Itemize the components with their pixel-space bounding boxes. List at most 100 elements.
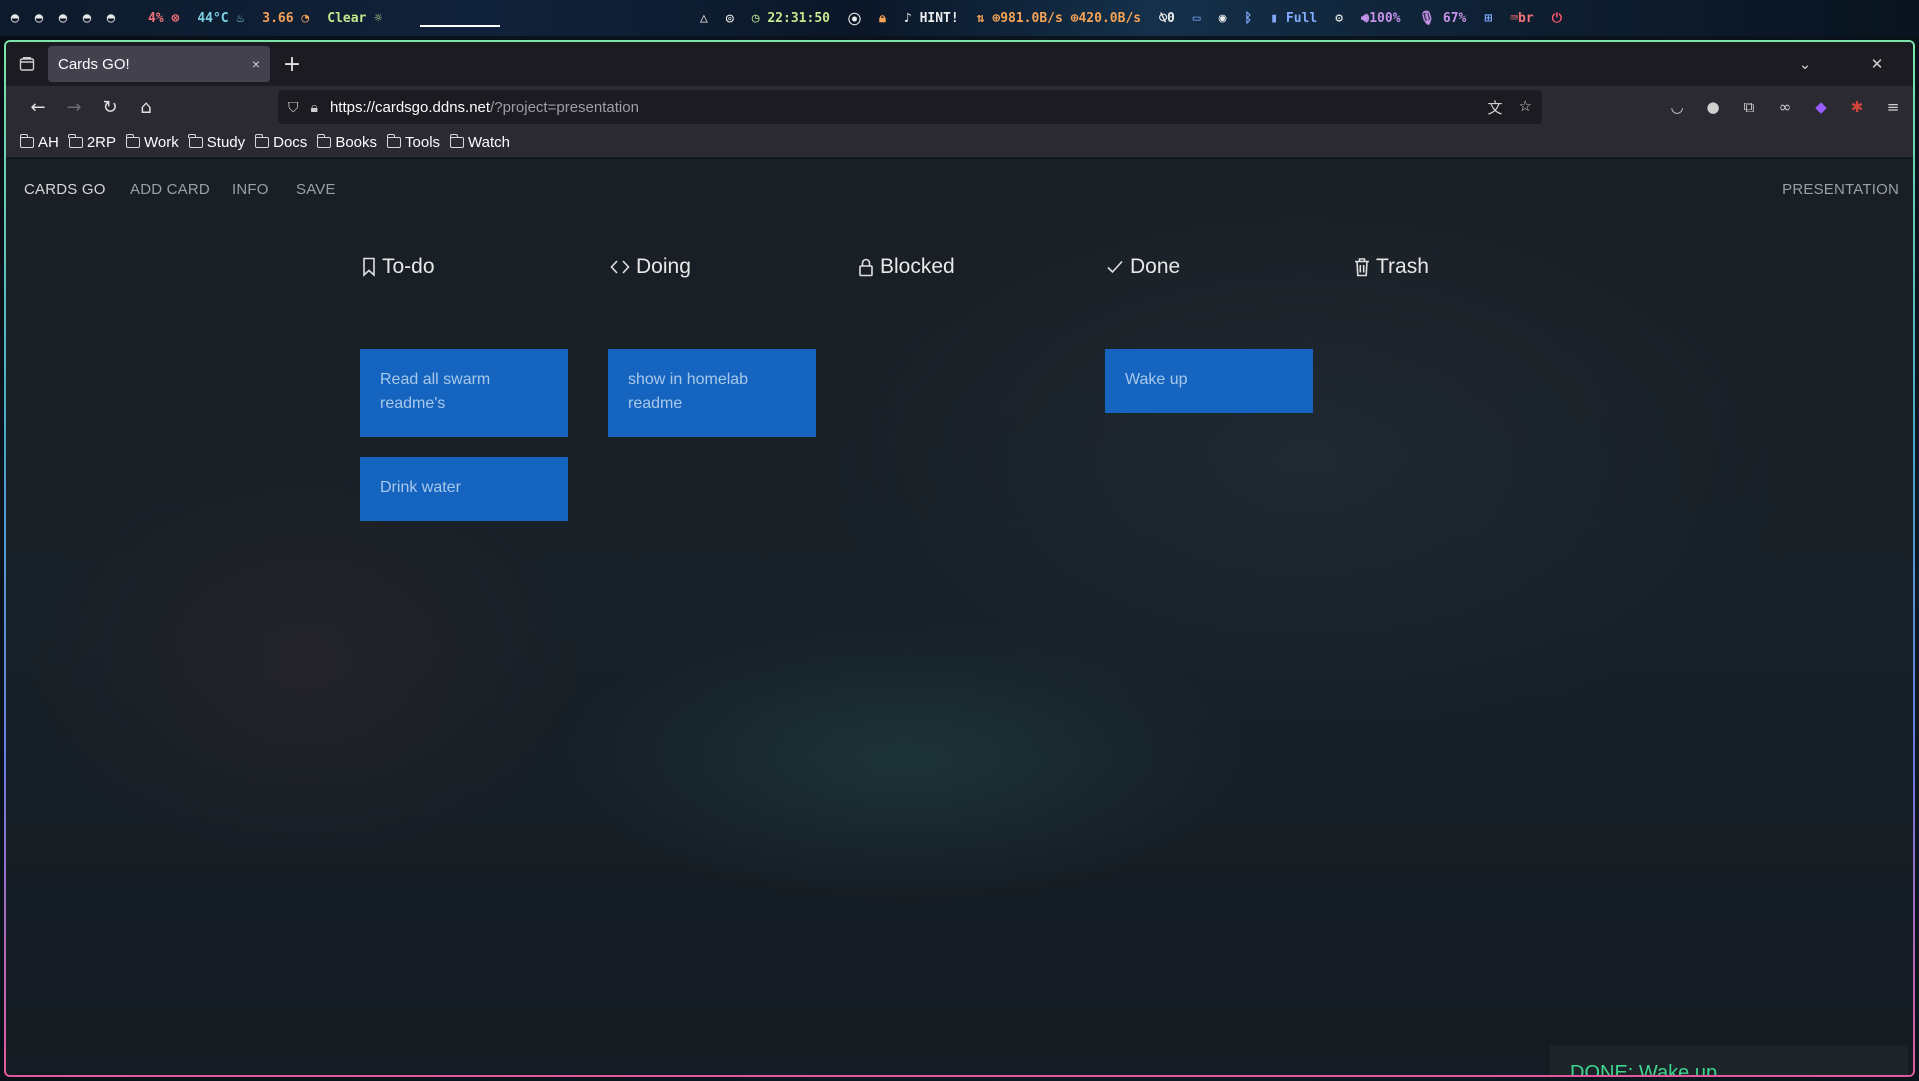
close-tab-icon[interactable]: × — [252, 56, 260, 72]
workspace-icon[interactable]: ◓ — [104, 10, 118, 26]
home-icon[interactable]: ⌂ — [128, 91, 164, 123]
column-header-todo: To-do — [362, 255, 435, 279]
column-title: Blocked — [880, 255, 955, 278]
hint-indicator[interactable]: ♪ HINT! — [904, 11, 959, 26]
sun-icon: ☼ — [374, 10, 383, 26]
brand-link[interactable]: CARDS GO — [24, 181, 106, 198]
card-done-1[interactable]: Wake up — [1105, 349, 1313, 413]
column-header-done: Done — [1106, 255, 1180, 279]
shield-icon[interactable]: ⛉ — [288, 99, 299, 116]
card-todo-2[interactable]: Drink water — [360, 457, 568, 521]
card-doing-1[interactable]: show in homelab readme — [608, 349, 816, 437]
battery: ▮ Full — [1270, 10, 1318, 26]
keyboard-layout[interactable]: ⌨ br — [1510, 11, 1533, 26]
download-icon: ⊕ — [992, 10, 1001, 26]
column-title: To-do — [382, 255, 435, 278]
screen-icon[interactable]: ▭ — [1193, 11, 1201, 26]
bell-off-icon: ⍉ — [1159, 10, 1167, 26]
upload-icon: ⊕ — [1070, 10, 1079, 26]
tab-cards-go[interactable]: Cards GO! × — [48, 46, 270, 82]
chrome-icon[interactable]: ◉ — [1219, 11, 1227, 26]
bookmark-star-icon[interactable]: ☆ — [1519, 97, 1532, 118]
pocket-icon[interactable]: ◡ — [1667, 98, 1687, 116]
volume[interactable]: 🔊︎ 100% — [1361, 11, 1401, 26]
flame-icon: ♨ — [236, 10, 245, 26]
bookmark-folder-watch[interactable]: Watch — [449, 134, 510, 151]
project-name-link[interactable]: PRESENTATION — [1782, 181, 1899, 198]
battery-icon: ▮ — [1270, 10, 1279, 26]
info-link[interactable]: INFO — [232, 181, 269, 198]
bluetooth-icon[interactable]: ᛒ — [1244, 11, 1252, 26]
cpu-temperature: 44°C ♨ — [197, 10, 245, 26]
cpu-icon: ⊗ — [171, 10, 180, 26]
bookmark-folder-work[interactable]: Work — [125, 134, 179, 151]
padlock-icon[interactable]: 🔒︎ — [311, 99, 318, 116]
account-avatar-icon[interactable]: ● — [1703, 98, 1723, 116]
red-extension-icon[interactable]: ✱ — [1847, 98, 1867, 116]
speaker-icon: 🔊︎ — [1361, 10, 1370, 26]
folder-icon — [19, 134, 34, 148]
bookmark-folder-tools[interactable]: Tools — [386, 134, 440, 151]
workspace-icon[interactable]: ◓ — [56, 10, 70, 26]
folder-icon — [68, 134, 83, 148]
lock-status-icon[interactable]: 🔒︎ — [879, 11, 886, 26]
glasses-extension-icon[interactable]: ∞ — [1775, 98, 1795, 116]
weather: Clear ☼ — [327, 10, 383, 26]
page-content: CARDS GO ADD CARD INFO SAVE PRESENTATION… — [6, 159, 1913, 1075]
bookmark-folder-ah[interactable]: AH — [19, 134, 59, 151]
menu-icon[interactable]: ≡ — [1883, 98, 1903, 116]
reload-icon[interactable]: ↻ — [92, 91, 128, 123]
bookmark-folder-docs[interactable]: Docs — [254, 134, 307, 151]
folder-icon — [254, 134, 270, 148]
notification-count[interactable]: ⍉ 0 — [1159, 11, 1175, 26]
workspace-icon[interactable]: ◓ — [80, 10, 94, 26]
vpn-icon[interactable]: ⊞ — [1484, 11, 1492, 26]
bookmark-folder-books[interactable]: Books — [316, 134, 377, 151]
address-bar[interactable]: ⛉ 🔒︎ https://cardsgo.ddns.net/?project=p… — [278, 90, 1542, 124]
workspace-icon[interactable]: ◓ — [32, 10, 46, 26]
forward-arrow-icon[interactable]: → — [56, 91, 92, 123]
code-icon — [610, 260, 630, 274]
column-title: Trash — [1376, 255, 1429, 278]
bookmarks-toolbar: AH 2RP Work Study Docs Books Tools Watch — [6, 128, 1913, 158]
folder-icon — [188, 134, 203, 148]
app-navbar: CARDS GO ADD CARD INFO SAVE PRESENTATION — [6, 159, 1913, 219]
close-window-icon[interactable]: ✕ — [1841, 55, 1913, 73]
translate-icon[interactable]: 文 — [1488, 97, 1503, 118]
column-header-doing: Doing — [610, 255, 691, 279]
extensions-icon[interactable]: ⧉ — [1739, 98, 1759, 116]
url-text[interactable]: https://cardsgo.ddns.net/?project=presen… — [330, 99, 1488, 116]
tab-bar: Cards GO! × + ⌄ ✕ — [6, 42, 1913, 86]
record-icon[interactable]: ⦿ — [848, 9, 861, 28]
save-link[interactable]: SAVE — [296, 181, 336, 198]
workspace-icon[interactable]: ◓ — [8, 10, 22, 26]
bell-icon: ♪ — [903, 10, 912, 26]
column-title: Done — [1130, 255, 1181, 278]
workspace-indicators[interactable]: ◓ ◓ ◓ ◓ ◓ — [8, 10, 118, 26]
column-header-blocked: Blocked — [858, 255, 955, 279]
microphone[interactable]: 🎙︎ 67% — [1419, 11, 1467, 26]
add-card-link[interactable]: ADD CARD — [130, 181, 210, 198]
browser-window: Cards GO! × + ⌄ ✕ ← → ↻ ⌂ ⛉ 🔒︎ https://c… — [4, 40, 1915, 1077]
bookmark-folder-study[interactable]: Study — [188, 134, 245, 151]
trash-icon — [1355, 258, 1369, 277]
new-tab-button[interactable]: + — [274, 52, 310, 77]
media-progress-bar[interactable] — [420, 25, 501, 27]
toast-notification: DONE: Wake up — [1550, 1045, 1908, 1075]
card-todo-1[interactable]: Read all swarm readme's — [360, 349, 568, 437]
tux-icon: △ — [700, 10, 708, 26]
list-all-tabs-icon[interactable]: ⌄ — [1769, 55, 1841, 73]
firefox-view-icon[interactable] — [6, 42, 48, 86]
mic-icon: 🎙︎ — [1418, 10, 1436, 26]
bookmark-folder-2rp[interactable]: 2RP — [68, 134, 116, 151]
power-icon[interactable]: ⏻ — [1552, 11, 1562, 26]
system-load: 3.66 ◔ — [262, 10, 310, 26]
idle-inhibitor-icon[interactable]: ◎ — [726, 11, 734, 26]
back-arrow-icon[interactable]: ← — [20, 91, 56, 123]
network-icon: ⇅ — [976, 10, 985, 26]
folder-icon — [386, 134, 402, 148]
settings-icon[interactable]: ⚙ — [1335, 11, 1343, 26]
network-speed: ⇅ ⊕ 981.0B/s ⊕ 420.0B/s — [976, 10, 1142, 26]
purple-extension-icon[interactable]: ◆ — [1811, 98, 1831, 116]
clock[interactable]: ◷ 22:31:50 — [752, 11, 830, 26]
